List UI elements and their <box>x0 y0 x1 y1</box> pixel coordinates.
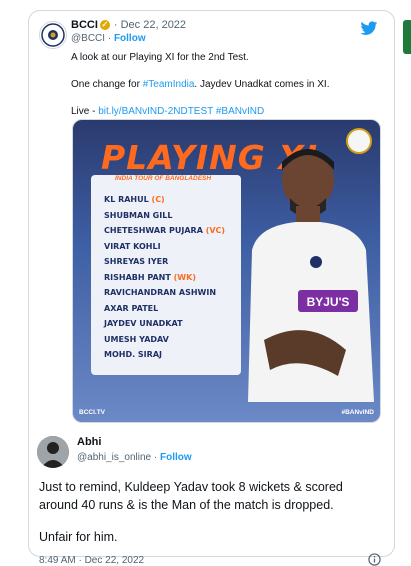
side-tab <box>403 20 411 54</box>
image-subtitle: INDIA TOUR OF BANGLADESH <box>115 175 212 182</box>
player-row: UMESH YADAV <box>104 335 225 351</box>
player-name: KL RAHUL <box>104 195 149 204</box>
player-name: CHETESHWAR PUJARA <box>104 226 203 235</box>
player-name: SHUBMAN GILL <box>104 210 173 220</box>
player-row: CHETESHWAR PUJARA (VC) <box>104 226 225 242</box>
player-name: JAYDEV UNADKAT <box>104 319 183 328</box>
reply-text-line-3: Unfair for him. <box>39 530 118 544</box>
image-footer-left: BCCI.TV <box>79 409 105 416</box>
hashtag-link[interactable]: #TeamIndia <box>143 79 195 90</box>
tweet-card[interactable]: BCCI ✓ · Dec 22, 2022 @BCCI · Follow A loo… <box>28 10 395 566</box>
tweet-text-line-2: One change for #TeamIndia. Jaydev Unadka… <box>71 79 330 90</box>
tweet-image[interactable]: PLAYING XI INDIA TOUR OF BANGLADESH KL R… <box>72 119 381 423</box>
author-handle[interactable]: @BCCI <box>71 33 105 44</box>
author-name[interactable]: BCCI <box>71 19 98 31</box>
player-row: RAVICHANDRAN ASHWIN <box>104 288 225 304</box>
player-list: KL RAHUL (C) SHUBMAN GILL CHETESHWAR PUJAR… <box>104 195 225 366</box>
reply-author-name[interactable]: Abhi <box>77 436 101 448</box>
player-row: VIRAT KOHLI <box>104 242 225 258</box>
follow-button[interactable]: Follow <box>114 33 146 44</box>
quoted-handle-row: @BCCI · Follow <box>71 33 146 44</box>
player-row: RISHABH PANT (WK) <box>104 273 225 289</box>
bcci-avatar[interactable] <box>39 21 67 49</box>
tweet-text-line-1: A look at our Playing XI for the 2nd Tes… <box>71 52 249 63</box>
reply-timestamp[interactable]: 8:49 AM · Dec 22, 2022 <box>39 555 144 566</box>
info-icon[interactable] <box>368 553 381 566</box>
tweet-date[interactable]: · Dec 22, 2022 <box>114 19 186 31</box>
image-footer-right: #BANvIND <box>341 409 374 416</box>
text-segment: One change for <box>71 79 143 90</box>
avatar[interactable] <box>37 436 69 468</box>
player-name: MOHD. SIRAJ <box>104 350 162 359</box>
reply-author-handle[interactable]: @abhi_is_online <box>77 452 151 463</box>
live-link[interactable]: bit.ly/BANvIND-2NDTEST #BANvIND <box>98 106 264 117</box>
player-name: UMESH YADAV <box>104 334 169 344</box>
player-row: KL RAHUL (C) <box>104 195 225 211</box>
player-role: (C) <box>151 195 165 204</box>
bcci-crest-icon <box>41 23 65 47</box>
player-role: (VC) <box>205 226 226 235</box>
player-row: MOHD. SIRAJ <box>104 350 225 366</box>
reply-text-line-2: around 40 runs & is the Man of the match… <box>39 498 334 512</box>
player-row: JAYDEV UNADKAT <box>104 319 225 335</box>
player-role: (WK) <box>173 272 196 282</box>
player-name: RAVICHANDRAN ASHWIN <box>104 288 217 297</box>
twitter-bird-icon[interactable] <box>360 21 378 36</box>
quoted-author[interactable]: BCCI ✓ · Dec 22, 2022 <box>71 19 186 31</box>
verified-badge-icon: ✓ <box>99 20 110 31</box>
jersey-sponsor: BYJU'S <box>307 295 350 309</box>
reply-handle-row: @abhi_is_online · Follow <box>77 452 192 463</box>
player-row: AXAR PATEL <box>104 304 225 320</box>
player-name: SHREYAS IYER <box>104 257 169 266</box>
text-segment: . Jaydev Unadkat comes in XI. <box>194 79 330 90</box>
follow-button[interactable]: Follow <box>160 452 192 463</box>
user-avatar-icon <box>37 436 69 468</box>
player-row: SHREYAS IYER <box>104 257 225 273</box>
reply-text-line-1: Just to remind, Kuldeep Yadav took 8 wic… <box>39 480 343 494</box>
player-row: SHUBMAN GILL <box>104 211 225 227</box>
player-photo: BYJU'S <box>248 149 374 402</box>
player-name: AXAR PATEL <box>104 303 159 313</box>
tweet-text-line-3: Live - bit.ly/BANvIND-2NDTEST #BANvIND <box>71 106 264 117</box>
player-name: RISHABH PANT <box>104 272 171 282</box>
player-name: VIRAT KOHLI <box>104 241 161 251</box>
bcci-crest-icon <box>346 128 372 154</box>
text-segment: Live - <box>71 106 99 117</box>
